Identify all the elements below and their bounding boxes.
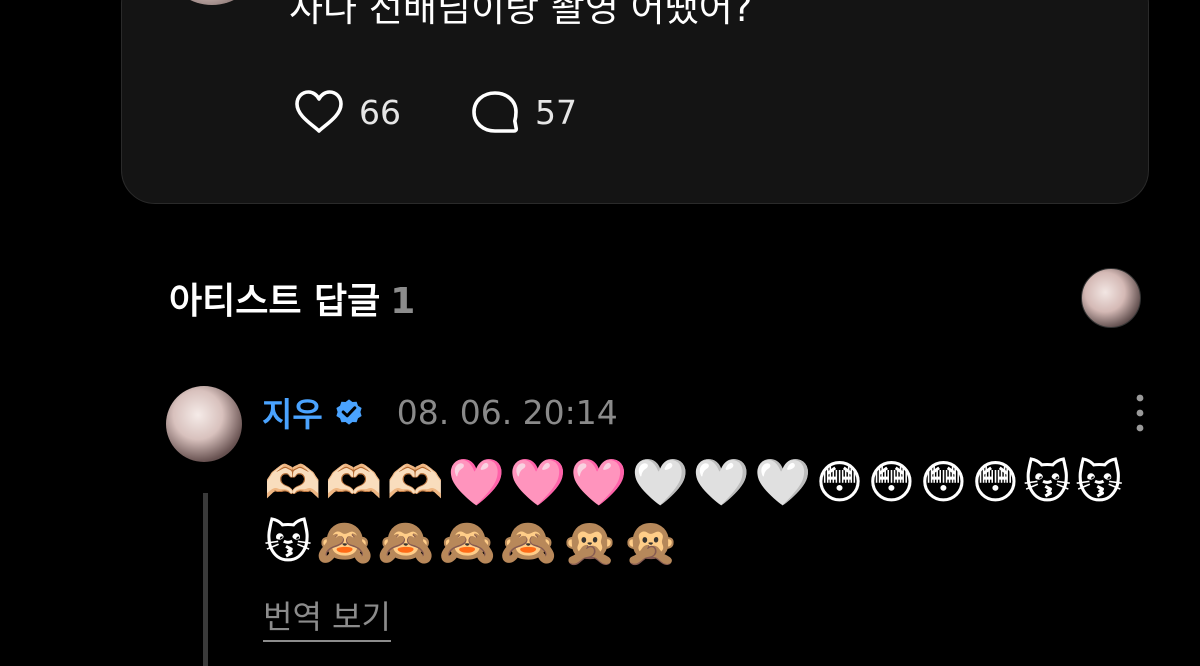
- artist-replies-count: 1: [390, 281, 416, 322]
- post-text: 사나 선배님이랑 촬영 어땠어?: [289, 0, 753, 30]
- reply-author-name[interactable]: 지우: [262, 388, 323, 436]
- reply-timestamp: 08. 06. 20:14: [396, 392, 618, 432]
- reply-text: 🫶🏻🫶🏻🫶🏻🩷🩷🩷🤍🤍🤍😳😳😳😳😽😽😽🙈🙈🙈🙈🙊🙊: [264, 455, 1128, 569]
- page: 사나 선배님이랑 촬영 어땠어? 66 57 아티스트 답글 1 지우 08. …: [0, 0, 1200, 666]
- heart-outline-icon: [295, 90, 343, 133]
- like-count: 66: [359, 92, 401, 132]
- thread-line: [203, 493, 208, 666]
- more-vertical-icon[interactable]: [1132, 393, 1148, 433]
- artist-avatar[interactable]: [1081, 268, 1141, 328]
- artist-replies-title: 아티스트 답글 1: [169, 272, 415, 324]
- post-author-avatar[interactable]: [172, 0, 252, 5]
- reply-header: 지우 08. 06. 20:14: [262, 388, 618, 436]
- translate-link[interactable]: 번역 보기: [263, 592, 391, 642]
- comment-count: 57: [535, 92, 577, 132]
- post-card[interactable]: 사나 선배님이랑 촬영 어땠어? 66 57: [121, 0, 1149, 204]
- comment-button[interactable]: 57: [469, 87, 577, 137]
- verified-badge-icon: [336, 399, 362, 425]
- reply-author-avatar[interactable]: [166, 386, 242, 462]
- artist-replies-label: 아티스트 답글: [169, 281, 381, 322]
- comment-bubble-icon: [472, 91, 519, 133]
- like-button[interactable]: 66: [293, 87, 401, 137]
